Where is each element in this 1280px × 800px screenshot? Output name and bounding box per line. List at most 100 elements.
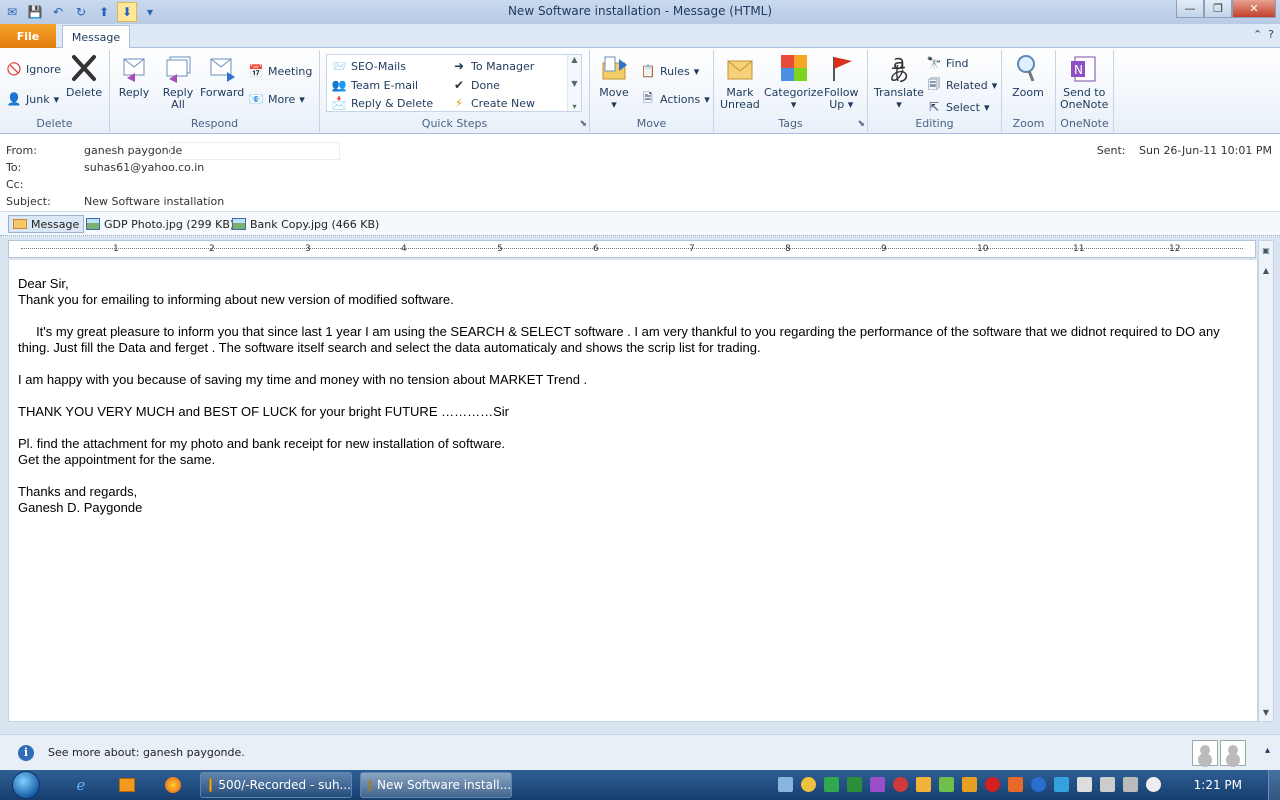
checkmark-icon: ✔ [453,78,465,92]
related-button[interactable]: 🗐 Related ▾ [926,76,997,94]
tab-message[interactable]: Message [62,25,130,49]
zoom-button[interactable]: Zoom [1012,52,1044,99]
tray-sync-icon[interactable] [939,777,954,792]
send-to-onenote-button[interactable]: N Send to OneNote [1060,52,1108,111]
dropdown-icon: ▾ [299,92,305,106]
people-pane-text[interactable]: See more about: ganesh paygonde. [48,746,245,759]
tray-heart-icon[interactable] [893,777,908,792]
expand-gallery-icon[interactable]: ▾ [572,102,576,111]
tray-device-icon[interactable] [1100,777,1115,792]
quickstep-to-manager[interactable]: ➜ To Manager [451,57,534,75]
tray-bluetooth-icon[interactable] [1031,777,1046,792]
categorize-button[interactable]: Categorize ▾ [764,52,823,111]
tray-app-icon[interactable] [801,777,816,792]
tray-q-icon[interactable] [824,777,839,792]
delete-button[interactable]: Delete [66,52,102,99]
lightning-icon: ⚡ [454,96,464,110]
media-player-icon[interactable] [116,775,138,795]
tab-file[interactable]: File [0,24,56,48]
message-body[interactable]: Dear Sir, Thank you for emailing to info… [8,260,1258,722]
tray-security-icon[interactable] [1054,777,1069,792]
meeting-button[interactable]: 📅 Meeting [248,62,313,80]
taskbar-task-new-software[interactable]: New Software install... [360,772,512,798]
junk-button[interactable]: 👤 Junk ▾ [6,90,60,108]
tray-lightning-icon[interactable] [962,777,977,792]
message-header: From: ganesh paygonde To: suhas61@yahoo.… [0,134,1280,212]
collapse-ribbon-icon[interactable]: ⌃ [1253,28,1262,41]
attachment-bank-copy[interactable]: Bank Copy.jpg (466 KB) [228,215,383,233]
quickstep-team-email[interactable]: 👥 Team E-mail [331,76,419,94]
envelope-icon [13,219,27,229]
minimize-button[interactable]: — [1176,0,1204,18]
translate-icon: aあ [888,50,909,86]
clock[interactable]: 1:21 PM [1194,778,1242,792]
from-label: From: [6,144,37,157]
move-button[interactable]: Move ▾ [598,52,630,111]
ribbon-tabs: File Message ⌃ ? [0,24,1280,49]
tray-monitor-icon[interactable] [1123,777,1138,792]
group-label-tags: Tags [778,117,803,130]
help-icon[interactable]: ? [1268,28,1274,41]
info-icon: i [18,745,34,761]
attachment-gdp-photo[interactable]: GDP Photo.jpg (299 KB) [82,215,238,233]
translate-button[interactable]: aあ Translate ▾ [874,52,924,111]
body-paragraph: It's my great pleasure to inform you tha… [18,324,1224,355]
tray-outlook-icon[interactable] [916,777,931,792]
taskbar-task-recorded[interactable]: 500/-Recorded - suh... [200,772,352,798]
scroll-up-icon[interactable]: ▲ [1259,263,1273,277]
reply-all-button[interactable]: Reply All [162,52,194,111]
quick-steps-scrollbar[interactable]: ▲ ▼ ▾ [567,55,581,111]
quickstep-reply-delete[interactable]: 📩 Reply & Delete [331,94,434,112]
follow-up-button[interactable]: Follow Up ▾ [824,52,859,111]
avatar[interactable] [1192,740,1218,766]
tray-flag-icon[interactable] [1077,777,1092,792]
start-button[interactable] [6,770,46,800]
tray-volume-icon[interactable] [1146,777,1161,792]
tray-chart-icon[interactable] [847,777,862,792]
tray-opera-icon[interactable] [985,777,1000,792]
subject-label: Subject: [6,195,51,208]
expand-pane-icon[interactable]: ▴ [1265,745,1270,756]
firefox-icon[interactable] [162,775,184,795]
ignore-button[interactable]: 🚫 Ignore [6,60,61,78]
actions-button[interactable]: 🗎 Actions ▾ [640,90,710,108]
tray-network-icon[interactable] [778,777,793,792]
taskbar: ℯ 500/-Recorded - suh... New Software in… [0,770,1280,800]
scroll-down-icon[interactable]: ▼ [571,79,577,88]
scroll-up-icon[interactable]: ▲ [571,55,577,64]
forward-button[interactable]: Forward [200,52,244,99]
ruler-number: 10 [977,244,989,254]
quickstep-done[interactable]: ✔ Done [451,76,500,94]
body-paragraph: THANK YOU VERY MUCH and BEST OF LUCK for… [18,404,509,419]
related-icon: 🗐 [928,76,940,91]
from-value[interactable]: ganesh paygonde [84,144,182,157]
close-button[interactable]: ✕ [1232,0,1276,18]
reply-button[interactable]: Reply [118,52,150,99]
ignore-icon: 🚫 [6,62,22,76]
more-button[interactable]: 📧 More ▾ [248,90,305,108]
quick-steps-gallery: 📨 SEO-Mails ➜ To Manager 👥 Team E-mail ✔ Don… [326,54,582,112]
window-title: New Software installation - Message (HTM… [507,4,773,18]
ruler-number: 2 [209,244,215,254]
select-button[interactable]: ⇱ Select ▾ [926,98,990,116]
avatar[interactable] [1220,740,1246,766]
maximize-button[interactable]: ❐ [1204,0,1232,18]
show-desktop-button[interactable] [1268,770,1280,800]
attachment-message-tab[interactable]: Message [8,215,85,233]
tray-onenote-icon[interactable] [870,777,885,792]
reply-icon [118,52,150,84]
rules-button[interactable]: 📋 Rules ▾ [640,62,700,80]
ruler-toggle-icon[interactable]: ▣ [1259,243,1273,257]
internet-explorer-icon[interactable]: ℯ [70,775,92,795]
team-mail-icon: 👥 [331,78,347,92]
subject-value: New Software installation [84,195,225,208]
scroll-down-icon[interactable]: ▼ [1259,705,1273,719]
mark-unread-button[interactable]: Mark Unread [720,52,760,111]
find-button[interactable]: 🔭 Find [926,54,969,72]
tray-arrow-icon[interactable] [1008,777,1023,792]
to-value[interactable]: suhas61@yahoo.co.in [84,161,204,174]
vertical-scrollbar[interactable]: ▣ ▲ ▼ [1258,240,1274,722]
quickstep-icon: 📨 [331,59,347,73]
quickstep-create-new[interactable]: ⚡ Create New [451,94,535,112]
quickstep-seo-mails[interactable]: 📨 SEO-Mails [331,57,406,75]
